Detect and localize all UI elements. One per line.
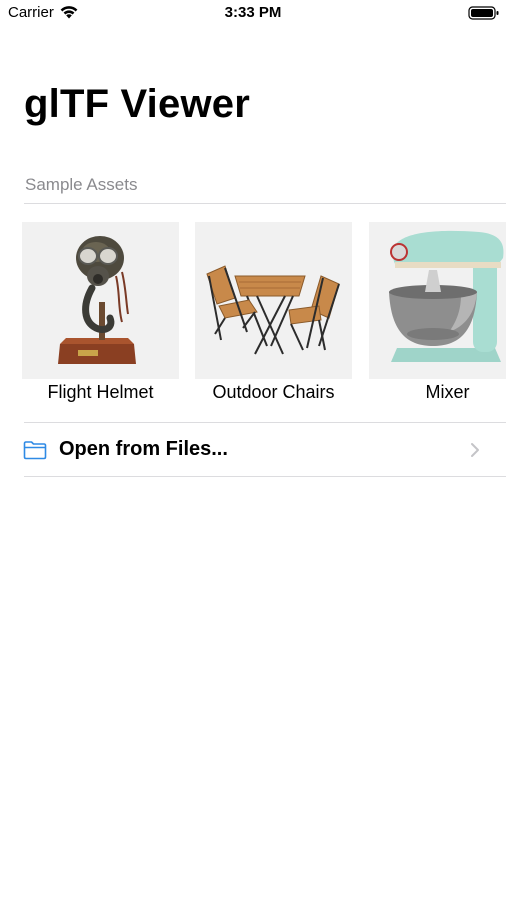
folder-icon — [23, 441, 47, 460]
section-header-sample-assets: Sample Assets — [25, 175, 138, 194]
page-title: glTF Viewer — [24, 82, 250, 126]
asset-card-outdoor-chairs[interactable]: Outdoor Chairs — [195, 222, 352, 404]
app-screen: Carrier 3:33 PM glTF Viewer Sample Asset… — [0, 0, 506, 900]
row-divider-top — [24, 422, 506, 423]
clock: 3:33 PM — [224, 4, 282, 21]
section-divider — [24, 203, 506, 204]
battery-icon — [468, 6, 499, 20]
asset-label: Mixer — [425, 382, 470, 402]
chevron-right-icon — [471, 443, 479, 457]
open-from-files-row[interactable]: Open from Files... — [0, 424, 506, 476]
outdoor-chairs-thumbnail — [195, 222, 352, 379]
status-bar: Carrier 3:33 PM — [0, 0, 506, 28]
open-from-files-label: Open from Files... — [59, 438, 228, 460]
asset-card-flight-helmet[interactable]: Flight Helmet — [22, 222, 179, 404]
mixer-thumbnail — [369, 222, 506, 379]
flight-helmet-thumbnail — [22, 222, 179, 379]
asset-card-mixer[interactable]: Mixer — [369, 222, 506, 404]
row-divider-bottom — [24, 476, 506, 477]
asset-label: Flight Helmet — [47, 382, 154, 402]
asset-label: Outdoor Chairs — [212, 382, 335, 402]
